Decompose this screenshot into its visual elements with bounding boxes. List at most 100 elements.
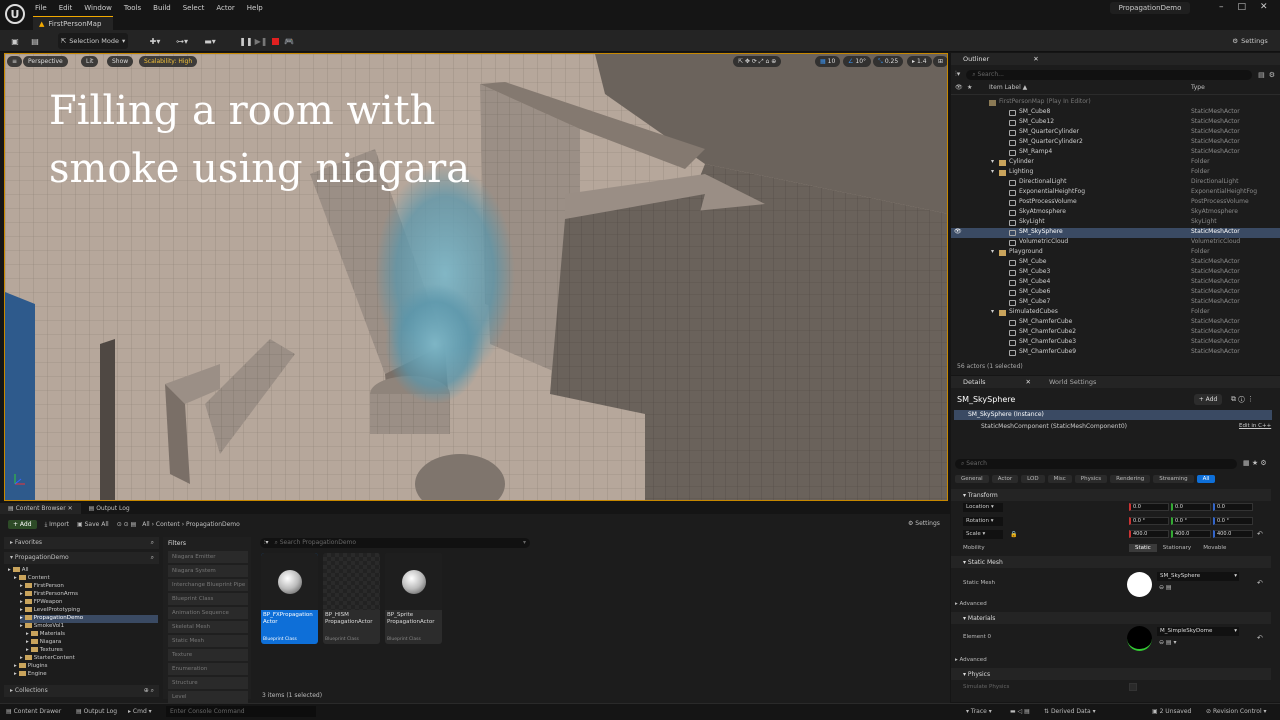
folder-item[interactable]: ▸ LevelPrototyping — [20, 607, 158, 615]
expand-arrow-icon[interactable]: ▸ — [20, 591, 23, 597]
lock-icon[interactable]: 🔒 — [1010, 531, 1017, 538]
menu-file[interactable]: File — [35, 4, 47, 12]
outliner-row[interactable]: 👁 SM_SkySphere StaticMeshActor — [951, 228, 1280, 238]
scalability-badge[interactable]: Scalability: High — [139, 56, 198, 67]
save-all-button[interactable]: ▣ Save All — [77, 521, 109, 528]
skip-frame-icon[interactable]: ▶❚ — [255, 33, 268, 49]
expand-arrow-icon[interactable]: ▸ — [20, 655, 23, 661]
rotation-dropdown[interactable]: Rotation ▾ — [963, 517, 1003, 526]
world-settings-tab[interactable]: World Settings — [1049, 378, 1096, 386]
expand-arrow-icon[interactable]: ▾ — [991, 248, 994, 255]
close-icon[interactable]: ✕ — [68, 505, 73, 512]
reset-icon[interactable]: ↶ — [1257, 530, 1263, 538]
outliner-row[interactable]: SM_Cube StaticMeshActor — [951, 258, 1280, 268]
filter-item[interactable]: Skeletal Mesh — [168, 621, 248, 633]
status-icons[interactable]: ▬ ◁ ▤ — [1010, 708, 1030, 715]
actor-name[interactable]: SM_SkySphere — [957, 395, 1015, 404]
static-mesh-thumbnail[interactable] — [1127, 572, 1152, 597]
pause-icon[interactable]: ❚❚ — [239, 33, 252, 49]
reset-icon[interactable]: ↶ — [1257, 579, 1263, 587]
outliner-search-input[interactable]: ⌕ Search... — [966, 69, 1253, 80]
unreal-logo-icon[interactable]: U — [5, 4, 25, 24]
details-filter-lod[interactable]: LOD — [1021, 475, 1045, 483]
static-mesh-dropdown[interactable]: SM_SkySphere ▾ — [1157, 572, 1239, 581]
filter-icon[interactable]: ⫶▾ — [955, 70, 960, 79]
settings-icon[interactable]: ⚙ — [1269, 71, 1275, 79]
outliner-row[interactable]: SM_Cube6 StaticMeshActor — [951, 288, 1280, 298]
folder-item[interactable]: ▸ PropagationDemo — [20, 615, 158, 623]
breadcrumb-all[interactable]: All — [142, 521, 149, 528]
component-row[interactable]: StaticMeshComponent (StaticMeshComponent… — [981, 423, 1127, 430]
menu-select[interactable]: Select — [183, 4, 205, 12]
details-filter-actor[interactable]: Actor — [991, 475, 1019, 483]
expand-arrow-icon[interactable]: ▾ — [991, 308, 994, 315]
details-filter-rendering[interactable]: Rendering — [1110, 475, 1151, 483]
expand-arrow-icon[interactable]: ▸ — [26, 647, 29, 653]
filter-item[interactable]: Level — [168, 691, 248, 703]
outliner-row[interactable]: SkyLight SkyLight — [951, 218, 1280, 228]
outliner-row[interactable]: ▾ Playground Folder — [951, 248, 1280, 258]
menu-tools[interactable]: Tools — [124, 4, 141, 12]
cb-settings-button[interactable]: ⚙ Settings — [908, 520, 940, 527]
breadcrumb-propagation[interactable]: PropagationDemo — [186, 521, 240, 528]
menu-window[interactable]: Window — [84, 4, 112, 12]
asset-tile[interactable]: BP_Sprite PropagationActor Blueprint Clas… — [385, 553, 442, 644]
add-collection-icon[interactable]: ⊕ ⌕ — [144, 685, 154, 697]
map-tab[interactable]: ▲ FirstPersonMap — [33, 16, 113, 30]
unsaved-button[interactable]: ▣ 2 Unsaved — [1152, 708, 1191, 715]
close-icon[interactable]: ✕ — [1033, 55, 1038, 63]
expand-arrow-icon[interactable]: ▸ — [26, 631, 29, 637]
outliner-row[interactable]: SM_QuarterCylinder2 StaticMeshActor — [951, 138, 1280, 148]
rotation-z[interactable]: 0.0 ° — [1213, 517, 1253, 525]
details-filter-misc[interactable]: Misc — [1047, 475, 1072, 483]
outliner-row[interactable]: SM_Cube7 StaticMeshActor — [951, 298, 1280, 308]
folder-item[interactable]: ▸ FirstPerson — [20, 583, 158, 591]
location-x[interactable]: 0.0 — [1129, 503, 1169, 511]
rotation-y[interactable]: 0.0 ° — [1171, 517, 1211, 525]
rotation-x[interactable]: 0.0 ° — [1129, 517, 1169, 525]
outliner-row[interactable]: SM_ChamferCube9 StaticMeshActor — [951, 348, 1280, 358]
materials-section[interactable]: ▾ Materials — [951, 612, 1271, 624]
mobility-movable[interactable]: Movable — [1197, 544, 1232, 552]
content-browser-tab[interactable]: ▤ Content Browser ✕ — [0, 503, 81, 514]
outliner-row[interactable]: SM_Cube3 StaticMeshActor — [951, 268, 1280, 278]
history-nav-icon[interactable]: ⊙ ⊙ ▤ — [117, 521, 137, 528]
outliner-row[interactable]: DirectionalLight DirectionalLight — [951, 178, 1280, 188]
col-item-label[interactable]: Item Label ▲ — [989, 84, 1027, 91]
add-folder-icon[interactable]: ▤ — [1258, 71, 1265, 79]
static-mesh-section[interactable]: ▾ Static Mesh — [951, 556, 1271, 568]
filter-item[interactable]: Animation Sequence — [168, 607, 248, 619]
grid-snap[interactable]: ▦ 10 — [815, 56, 841, 67]
breadcrumb-content[interactable]: Content — [156, 521, 180, 528]
favorites-header[interactable]: ▸ Favorites ⌕ — [4, 537, 159, 549]
asset-filter-icon[interactable]: ⫶▾ — [260, 539, 273, 546]
filter-item[interactable]: Enumeration — [168, 663, 248, 675]
scale-z[interactable]: 400.0 — [1213, 530, 1253, 538]
asset-search-input[interactable]: ⫶▾ ⌕ Search PropagationDemo ▾ — [260, 538, 530, 548]
details-filter-all[interactable]: All — [1196, 475, 1216, 483]
view-options-icon[interactable]: ▦ ★ ⚙ — [1243, 459, 1267, 467]
location-y[interactable]: 0.0 — [1171, 503, 1211, 511]
expand-arrow-icon[interactable]: ▾ — [991, 168, 994, 175]
instance-row[interactable]: SM_SkySphere (Instance) — [954, 410, 1272, 420]
expand-arrow-icon[interactable]: ▸ — [14, 663, 17, 669]
folder-item[interactable]: ▸ FPWeapon — [20, 599, 158, 607]
folder-item[interactable]: ▸ Content — [14, 575, 158, 583]
outliner-row[interactable]: SM_ChamferCube StaticMeshActor — [951, 318, 1280, 328]
menu-actor[interactable]: Actor — [216, 4, 234, 12]
filter-item[interactable]: Niagara Emitter — [168, 551, 248, 563]
advanced-expander-materials[interactable]: ▸ Advanced — [955, 657, 987, 663]
save-icon[interactable]: ▣ — [8, 33, 22, 49]
console-input[interactable]: Enter Console Command — [166, 706, 316, 717]
details-search-input[interactable]: ⌕ Search — [955, 459, 1237, 469]
revision-control-button[interactable]: ⊘ Revision Control ▾ — [1206, 708, 1267, 715]
outliner-row[interactable]: SM_Ramp4 StaticMeshActor — [951, 148, 1280, 158]
asset-tile[interactable]: BP_FXPropagation Actor Blueprint Class — [261, 553, 318, 644]
content-drawer-button[interactable]: ▤ Content Drawer — [6, 708, 61, 715]
outliner-row[interactable]: PostProcessVolume PostProcessVolume — [951, 198, 1280, 208]
eject-icon[interactable]: 🎮 — [283, 33, 295, 49]
details-filter-streaming[interactable]: Streaming — [1153, 475, 1194, 483]
location-dropdown[interactable]: Location ▾ — [963, 503, 1003, 512]
scale-dropdown[interactable]: Scale ▾ — [963, 530, 1003, 539]
expand-arrow-icon[interactable]: ▸ — [20, 599, 23, 605]
